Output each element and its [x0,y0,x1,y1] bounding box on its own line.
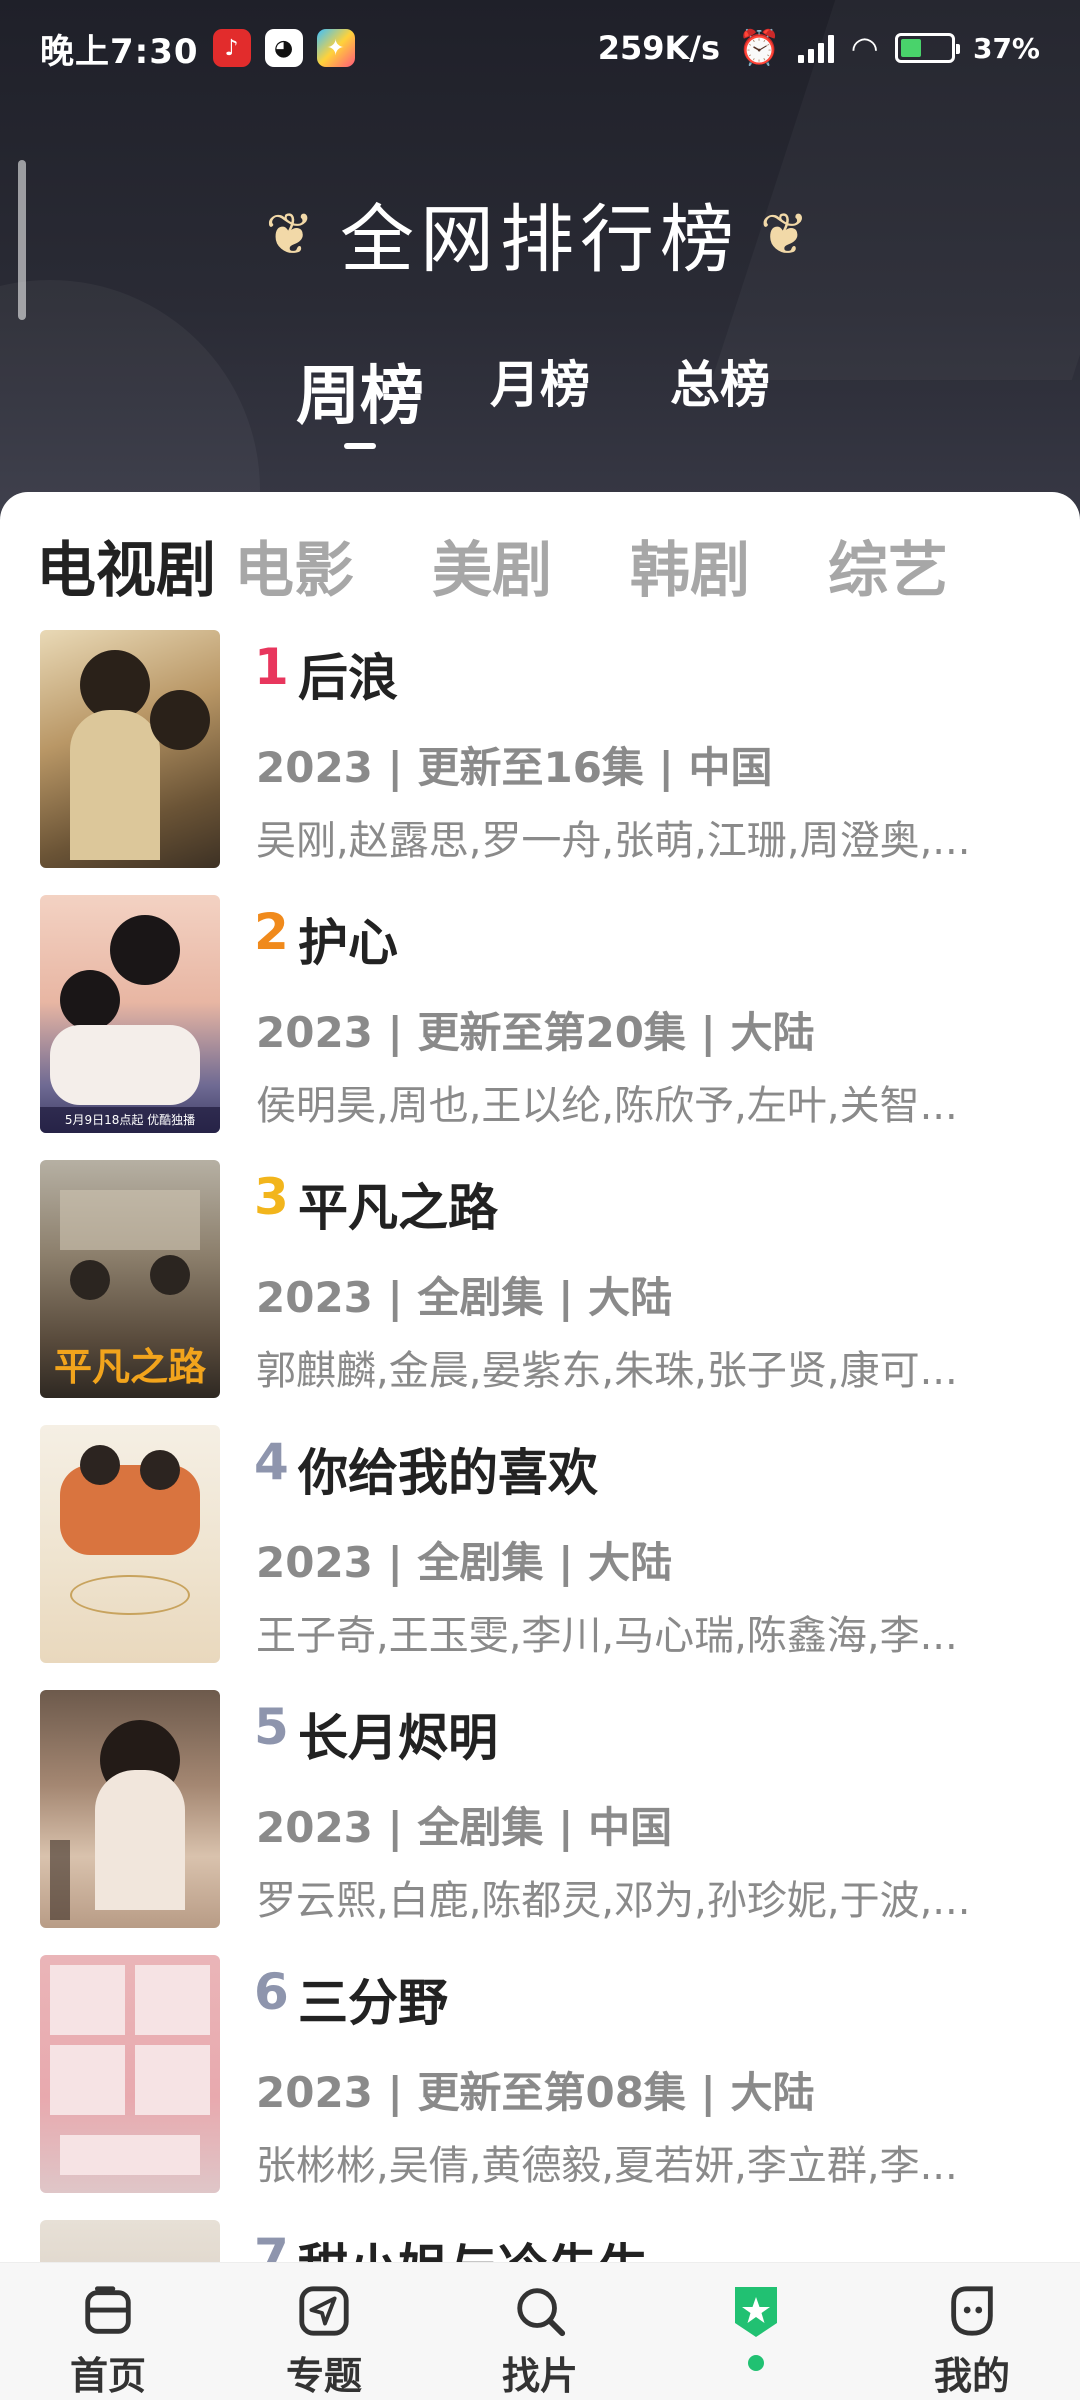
nav-profile[interactable]: 我的 [864,2263,1080,2400]
list-item[interactable]: 5 长月烬明 2023 | 全剧集 | 中国 罗云熙,白鹿,陈都灵,邓为,孙珍妮… [0,1690,1080,1955]
show-meta: 2023 | 更新至第20集 | 大陆 [256,1008,815,1057]
show-cast: 张彬彬,吴倩,黄德毅,夏若妍,李立群,李... [256,2143,958,2189]
show-title: 护心 [298,914,398,972]
show-meta: 2023 | 全剧集 | 大陆 [256,1273,673,1322]
battery-icon [894,33,960,63]
list-item[interactable]: 6 三分野 2023 | 更新至第08集 | 大陆 张彬彬,吴倩,黄德毅,夏若妍… [0,1955,1080,2220]
list-item[interactable]: 平凡之路 3 平凡之路 2023 | 全剧集 | 大陆 郭麒麟,金晨,晏紫东,朱… [0,1160,1080,1425]
laurel-left-icon: ❦ [265,199,320,268]
page-title-wrap: ❦ 全网排行榜 ❦ [0,180,1080,287]
show-cast: 侯明昊,周也,王以纶,陈欣予,左叶,关智... [256,1083,958,1129]
list-item[interactable]: 1 后浪 2023 | 更新至16集 | 中国 吴刚,赵露思,罗一舟,张萌,江珊… [0,630,1080,895]
bottom-nav: 首页 专题 找片 我的 [0,2262,1080,2400]
tab-variety[interactable]: 综艺 [828,522,1026,609]
tab-all-time[interactable]: 总榜 [630,345,810,437]
show-title: 你给我的喜欢 [298,1444,598,1502]
show-cast: 吴刚,赵露思,罗一舟,张萌,江珊,周澄奥,... [256,818,971,864]
nav-topics[interactable]: 专题 [216,2263,432,2400]
ranking-star-icon [735,2287,777,2337]
status-bar: 晚上7:30 ♪ ◕ ✦ 259K/s ⏰ ◠ 37% [0,0,1080,96]
wifi-icon: ◠ [852,29,877,67]
topic-icon [299,2286,349,2336]
laurel-right-icon: ❦ [760,199,815,268]
tab-weekly[interactable]: 周榜 [270,345,450,449]
show-cast: 罗云熙,白鹿,陈都灵,邓为,孙珍妮,于波,... [256,1878,971,1924]
show-title: 平凡之路 [298,1179,498,1237]
page-title: 全网排行榜 [340,197,740,283]
rank-number: 4 [254,1433,289,1491]
netease-music-icon: ♪ [212,29,251,67]
battery-level: 37% [972,31,1040,65]
show-title: 长月烬明 [298,1709,498,1767]
ranking-header: 晚上7:30 ♪ ◕ ✦ 259K/s ⏰ ◠ 37% ❦ 全网排行榜 ❦ 周榜… [0,0,1080,560]
nav-label: 我的 [933,2354,1010,2398]
show-meta: 2023 | 全剧集 | 大陆 [256,1538,673,1587]
poster-image[interactable] [40,1955,220,2193]
rank-number: 3 [254,1168,289,1226]
qq-icon: ◕ [264,29,303,67]
poster-image[interactable] [40,1425,220,1663]
show-meta: 2023 | 更新至第08集 | 大陆 [256,2068,815,2117]
nav-label: 专题 [285,2354,362,2398]
poster-image[interactable]: 5月9日18点起 优酷独播 [40,895,220,1133]
show-title: 三分野 [298,1974,448,2032]
status-time: 晚上7:30 [40,31,199,72]
ranking-card: 电视剧 电影 美剧 韩剧 综艺 1 后浪 2023 | 更新至16集 | 中国 … [0,492,1080,2400]
nav-find[interactable]: 找片 [432,2263,648,2400]
poster-caption: 5月9日18点起 优酷独播 [40,1107,220,1133]
nav-label: 首页 [69,2354,146,2398]
period-tabs: 周榜 月榜 总榜 [0,345,1080,449]
nav-home[interactable]: 首页 [0,2263,216,2400]
rank-number: 2 [254,903,289,961]
tab-korean-drama[interactable]: 韩剧 [630,522,828,609]
tab-us-drama[interactable]: 美剧 [432,522,630,609]
show-title: 后浪 [298,649,398,707]
tab-tv-series[interactable]: 电视剧 [36,522,234,609]
category-tabs: 电视剧 电影 美剧 韩剧 综艺 [36,522,1026,609]
poster-image[interactable] [40,630,220,868]
alarm-icon: ⏰ [738,28,781,68]
list-item[interactable]: 5月9日18点起 优酷独播 2 护心 2023 | 更新至第20集 | 大陆 侯… [0,895,1080,1160]
poster-image[interactable] [40,1690,220,1928]
profile-icon [951,2286,993,2336]
search-icon [517,2288,566,2337]
rank-number: 6 [254,1963,289,2021]
tab-movies[interactable]: 电影 [234,522,432,609]
nav-label: 找片 [501,2354,578,2398]
tab-monthly[interactable]: 月榜 [450,345,630,437]
rank-number: 5 [254,1698,289,1756]
show-meta: 2023 | 全剧集 | 中国 [256,1803,673,1852]
signal-icon [798,33,835,63]
list-item[interactable]: 4 你给我的喜欢 2023 | 全剧集 | 大陆 王子奇,王玉雯,李川,马心瑞,… [0,1425,1080,1690]
poster-image[interactable]: 平凡之路 [40,1160,220,1398]
puzzle-app-icon: ✦ [316,29,355,67]
network-speed: 259K/s [597,29,721,67]
nav-ranking[interactable] [648,2263,864,2400]
show-cast: 王子奇,王玉雯,李川,马心瑞,陈鑫海,李... [256,1613,958,1659]
rank-number: 1 [254,638,289,696]
show-meta: 2023 | 更新至16集 | 中国 [256,743,773,792]
poster-title: 平凡之路 [53,1345,206,1389]
home-icon [85,2286,131,2334]
show-cast: 郭麒麟,金晨,晏紫东,朱珠,张子贤,康可... [256,1348,958,1394]
active-indicator [748,2355,764,2371]
ranking-list: 1 后浪 2023 | 更新至16集 | 中国 吴刚,赵露思,罗一舟,张萌,江珊… [0,630,1080,2400]
